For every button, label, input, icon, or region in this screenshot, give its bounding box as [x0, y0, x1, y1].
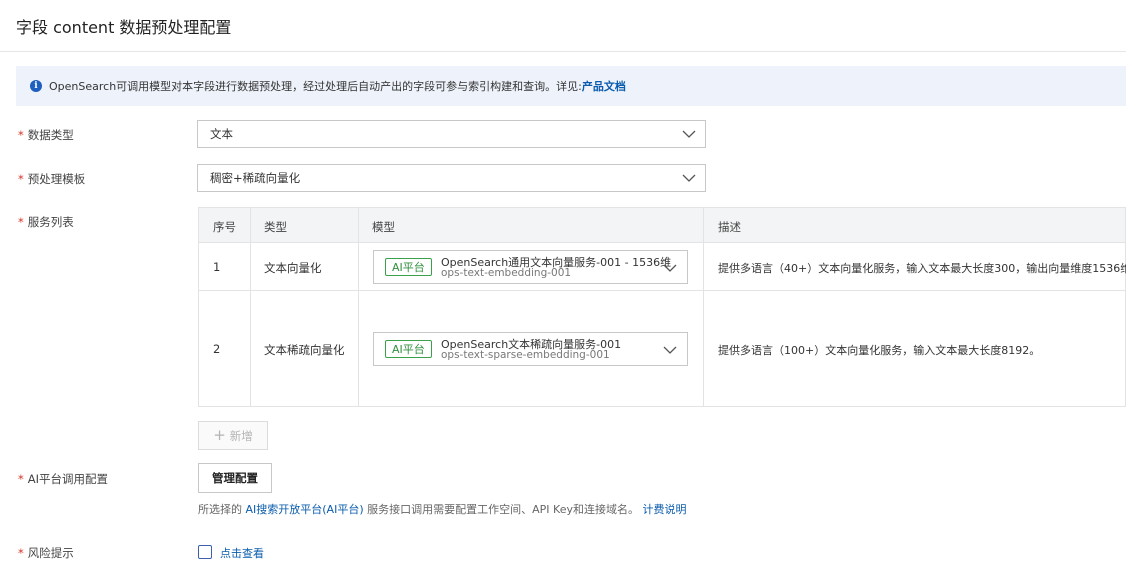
ai-platform-badge: AI平台 — [385, 340, 432, 358]
services-label: * 服务列表 — [18, 215, 74, 229]
data-type-label: * 数据类型 — [18, 128, 74, 142]
data-type-value: 文本 — [210, 127, 233, 141]
row-index: 2 — [213, 342, 221, 356]
table-divider — [198, 290, 1126, 291]
required-mark: * — [18, 472, 24, 486]
info-text: OpenSearch可调用模型对本字段进行数据预处理，经过处理后自动产出的字段可… — [49, 80, 582, 93]
manage-config-button[interactable]: 管理配置 — [198, 463, 272, 493]
template-label: * 预处理模板 — [18, 172, 86, 186]
row-description: 提供多语言（40+）文本向量化服务，输入文本最大长度300，输出向量维度1536… — [718, 262, 1126, 275]
info-icon: i — [30, 80, 42, 92]
table-divider — [250, 207, 251, 407]
model-id: ops-text-sparse-embedding-001 — [441, 349, 610, 361]
model-id: ops-text-embedding-001 — [441, 267, 572, 279]
risk-label: * 风险提示 — [18, 546, 74, 560]
ai-platform-link[interactable]: AI搜索开放平台(AI平台) — [246, 503, 364, 516]
row-type: 文本向量化 — [264, 261, 322, 275]
required-mark: * — [18, 128, 24, 142]
chevron-down-icon — [663, 262, 677, 276]
chevron-down-icon — [682, 173, 696, 183]
data-type-select[interactable]: 文本 — [197, 120, 706, 148]
column-header-index: 序号 — [213, 220, 236, 234]
template-select[interactable]: 稠密+稀疏向量化 — [197, 164, 706, 192]
view-risk-link[interactable]: 点击查看 — [220, 545, 264, 561]
chevron-down-icon — [682, 129, 696, 139]
column-header-model: 模型 — [372, 220, 395, 234]
required-mark: * — [18, 172, 24, 186]
table-divider — [358, 207, 359, 407]
header-divider — [0, 51, 1126, 52]
template-value: 稠密+稀疏向量化 — [210, 171, 301, 185]
required-mark: * — [18, 546, 24, 560]
column-header-description: 描述 — [718, 220, 741, 234]
add-button-label: 新增 — [229, 428, 253, 443]
services-table — [198, 207, 1126, 407]
chevron-down-icon — [663, 344, 677, 358]
add-service-button[interactable]: + 新增 — [198, 421, 268, 450]
page-title: 字段 content 数据预处理配置 — [16, 18, 232, 37]
ai-platform-badge: AI平台 — [385, 258, 432, 276]
risk-checkbox[interactable] — [198, 545, 212, 559]
row-description: 提供多语言（100+）文本向量化服务，输入文本最大长度8192。 — [718, 344, 1041, 357]
ai-config-hint: 所选择的 AI搜索开放平台(AI平台) 服务接口调用需要配置工作空间、API K… — [198, 503, 687, 516]
row-type: 文本稀疏向量化 — [264, 343, 345, 357]
table-divider — [198, 242, 1126, 243]
info-banner: i OpenSearch可调用模型对本字段进行数据预处理，经过处理后自动产出的字… — [16, 66, 1126, 106]
product-docs-link[interactable]: 产品文档 — [582, 78, 626, 94]
model-select[interactable]: AI平台 OpenSearch文本稀疏向量服务-001 ops-text-spa… — [373, 332, 688, 366]
required-mark: * — [18, 215, 24, 229]
column-header-type: 类型 — [264, 220, 287, 234]
row-index: 1 — [213, 260, 221, 274]
table-divider — [703, 207, 704, 407]
ai-config-label: * AI平台调用配置 — [18, 472, 109, 486]
billing-link[interactable]: 计费说明 — [642, 503, 686, 516]
plus-icon: + — [213, 426, 226, 444]
model-select[interactable]: AI平台 OpenSearch通用文本向量服务-001 - 1536维 ops-… — [373, 250, 688, 284]
